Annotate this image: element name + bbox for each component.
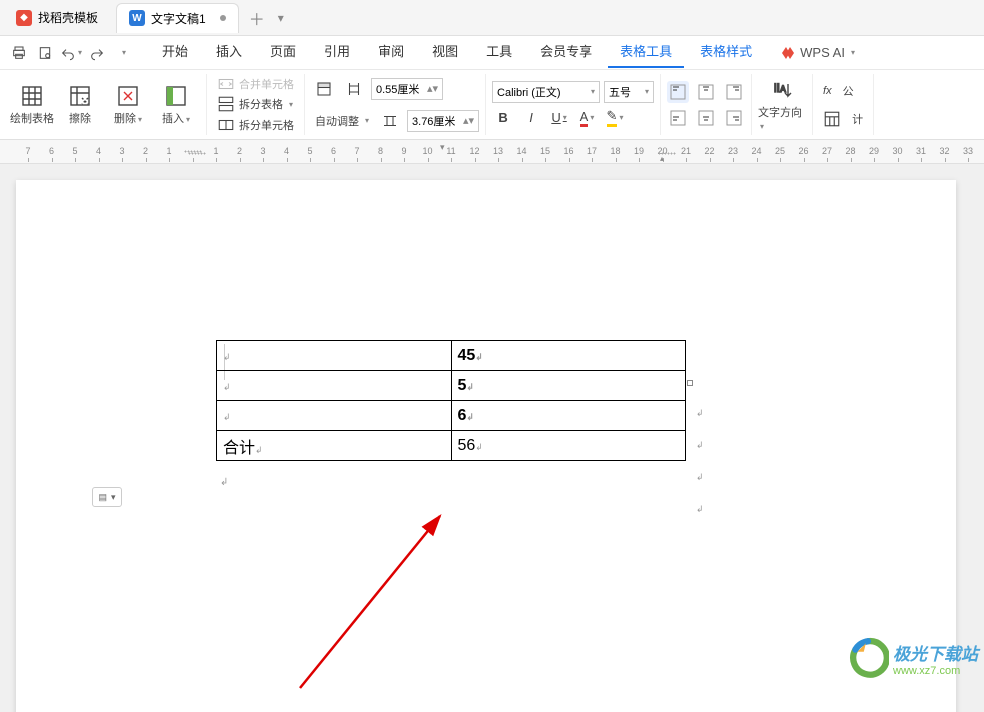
underline-button[interactable]: U▾ xyxy=(548,107,570,129)
table-row: ↲ 45↲ xyxy=(217,341,686,371)
quick-access: ▾ ▾ xyxy=(8,42,134,64)
print-button[interactable] xyxy=(8,42,30,64)
font-size-select[interactable]: 五号▾ xyxy=(604,81,654,103)
paragraph-mark-icon: ↲ xyxy=(223,352,231,362)
paragraph-mark-icon: ↲ xyxy=(220,477,876,488)
table-layout-control[interactable]: ▤▾ xyxy=(92,487,122,507)
tab-template[interactable]: ◆ 找稻壳模板 xyxy=(4,3,110,33)
table-resize-handle[interactable] xyxy=(687,380,693,386)
tab-document[interactable]: W 文字文稿1 xyxy=(116,3,239,33)
row-height-icon[interactable] xyxy=(311,75,337,103)
split-cell-button[interactable]: 拆分单元格 xyxy=(213,115,298,135)
watermark: 极光下载站 www.xz7.com xyxy=(847,637,978,679)
calculate-button[interactable]: 计 xyxy=(819,105,867,133)
quick-more-button[interactable]: ▾ xyxy=(112,42,134,64)
menu-tools[interactable]: 工具 xyxy=(474,37,524,68)
split-table-label: 拆分表格 xyxy=(239,96,283,112)
document-area: ↲ 45↲ ↲ 5↲ ↲ 6↲ 合计↲ 56↲ ↲ ↲ ↲ ↲ ↲ ▤▾ xyxy=(0,164,984,712)
split-cell-label: 拆分单元格 xyxy=(239,117,294,133)
unsaved-dot-icon xyxy=(220,15,226,21)
menu-bar: ▾ ▾ 开始 插入 页面 引用 审阅 视图 工具 会员专享 表格工具 表格样式 … xyxy=(0,36,984,70)
cell-label: 合计 xyxy=(223,440,255,457)
col-width-input[interactable]: 3.76厘米▴▾ xyxy=(407,110,479,132)
dist-rows-button[interactable] xyxy=(341,75,367,103)
tab-add-button[interactable]: ＋ xyxy=(245,6,269,30)
delete-label: 删除▾ xyxy=(114,110,142,126)
font-color-button[interactable]: A▾ xyxy=(576,107,598,129)
preview-button[interactable] xyxy=(34,42,56,64)
ribbon: 绘制表格 擦除 删除▾ 插入▾ 合并单元格 拆分表格▾ 拆分单元格 xyxy=(0,70,984,140)
menu-review[interactable]: 审阅 xyxy=(366,37,416,68)
word-icon: W xyxy=(129,10,145,26)
menu-references[interactable]: 引用 xyxy=(312,37,362,68)
ai-icon xyxy=(780,45,796,61)
cell-value: 56 xyxy=(458,437,476,454)
cell-value: 45 xyxy=(458,347,476,364)
table-row: 合计↲ 56↲ xyxy=(217,431,686,461)
wps-ai-button[interactable]: WPS AI ▾ xyxy=(780,45,855,61)
table-row: ↲ 6↲ xyxy=(217,401,686,431)
tab-document-label: 文字文稿1 xyxy=(151,10,206,27)
merge-cells-button[interactable]: 合并单元格 xyxy=(213,74,298,94)
bold-button[interactable]: B xyxy=(492,107,514,129)
wps-ai-label: WPS AI xyxy=(800,45,845,60)
watermark-logo-icon xyxy=(847,637,889,679)
delete-button[interactable]: 删除▾ xyxy=(104,84,152,126)
text-direction-label: 文字方向▾ xyxy=(758,104,806,132)
align-top-center-button[interactable] xyxy=(695,81,717,103)
row-height-input[interactable]: 0.55厘米▴▾ xyxy=(371,78,443,100)
formula-button[interactable]: fx 公 xyxy=(819,77,867,105)
text-direction-button[interactable]: lIᴀ 文字方向▾ xyxy=(758,78,806,132)
menu-table-tools[interactable]: 表格工具 xyxy=(608,37,684,68)
highlight-button[interactable]: ✎▾ xyxy=(604,107,626,129)
template-icon: ◆ xyxy=(16,10,32,26)
align-top-left-button[interactable] xyxy=(667,81,689,103)
draw-table-label: 绘制表格 xyxy=(10,110,54,126)
erase-label: 擦除 xyxy=(69,110,91,126)
menu-items: 开始 插入 页面 引用 审阅 视图 工具 会员专享 表格工具 表格样式 xyxy=(150,37,764,68)
dist-cols-button[interactable] xyxy=(377,107,403,135)
redo-button[interactable] xyxy=(86,42,108,64)
font-select[interactable]: Calibri (正文)▾ xyxy=(492,81,600,103)
page[interactable]: ↲ 45↲ ↲ 5↲ ↲ 6↲ 合计↲ 56↲ ↲ ↲ ↲ ↲ ↲ xyxy=(16,180,956,712)
data-table[interactable]: ↲ 45↲ ↲ 5↲ ↲ 6↲ 合计↲ 56↲ xyxy=(216,340,686,461)
merge-cells-label: 合并单元格 xyxy=(239,76,294,92)
watermark-url: www.xz7.com xyxy=(893,665,960,677)
draw-table-button[interactable]: 绘制表格 xyxy=(8,84,56,126)
tab-bar: ◆ 找稻壳模板 W 文字文稿1 ＋ ▾ xyxy=(0,0,984,36)
layout-icon: ▤ xyxy=(98,492,107,503)
menu-table-style[interactable]: 表格样式 xyxy=(688,37,764,68)
ruler: 7654321123456789101112131415161718192021… xyxy=(0,140,984,164)
tab-template-label: 找稻壳模板 xyxy=(38,9,98,26)
tab-menu-button[interactable]: ▾ xyxy=(269,11,293,25)
italic-button[interactable]: I xyxy=(520,107,542,129)
menu-view[interactable]: 视图 xyxy=(420,37,470,68)
align-mid-left-button[interactable] xyxy=(667,107,689,129)
auto-adjust-button[interactable]: 自动调整▾ xyxy=(311,107,373,135)
split-table-button[interactable]: 拆分表格▾ xyxy=(213,94,298,114)
menu-member[interactable]: 会员专享 xyxy=(528,37,604,68)
menu-start[interactable]: 开始 xyxy=(150,37,200,68)
svg-text:lIᴀ: lIᴀ xyxy=(774,81,786,95)
undo-button[interactable]: ▾ xyxy=(60,42,82,64)
insert-label: 插入▾ xyxy=(162,110,190,126)
menu-page[interactable]: 页面 xyxy=(258,37,308,68)
erase-button[interactable]: 擦除 xyxy=(56,84,104,126)
align-mid-right-button[interactable] xyxy=(723,107,745,129)
insert-button[interactable]: 插入▾ xyxy=(152,84,200,126)
align-mid-center-button[interactable] xyxy=(695,107,717,129)
watermark-title: 极光下载站 xyxy=(893,640,978,665)
align-top-right-button[interactable] xyxy=(723,81,745,103)
table-row: ↲ 5↲ xyxy=(217,371,686,401)
menu-insert[interactable]: 插入 xyxy=(204,37,254,68)
